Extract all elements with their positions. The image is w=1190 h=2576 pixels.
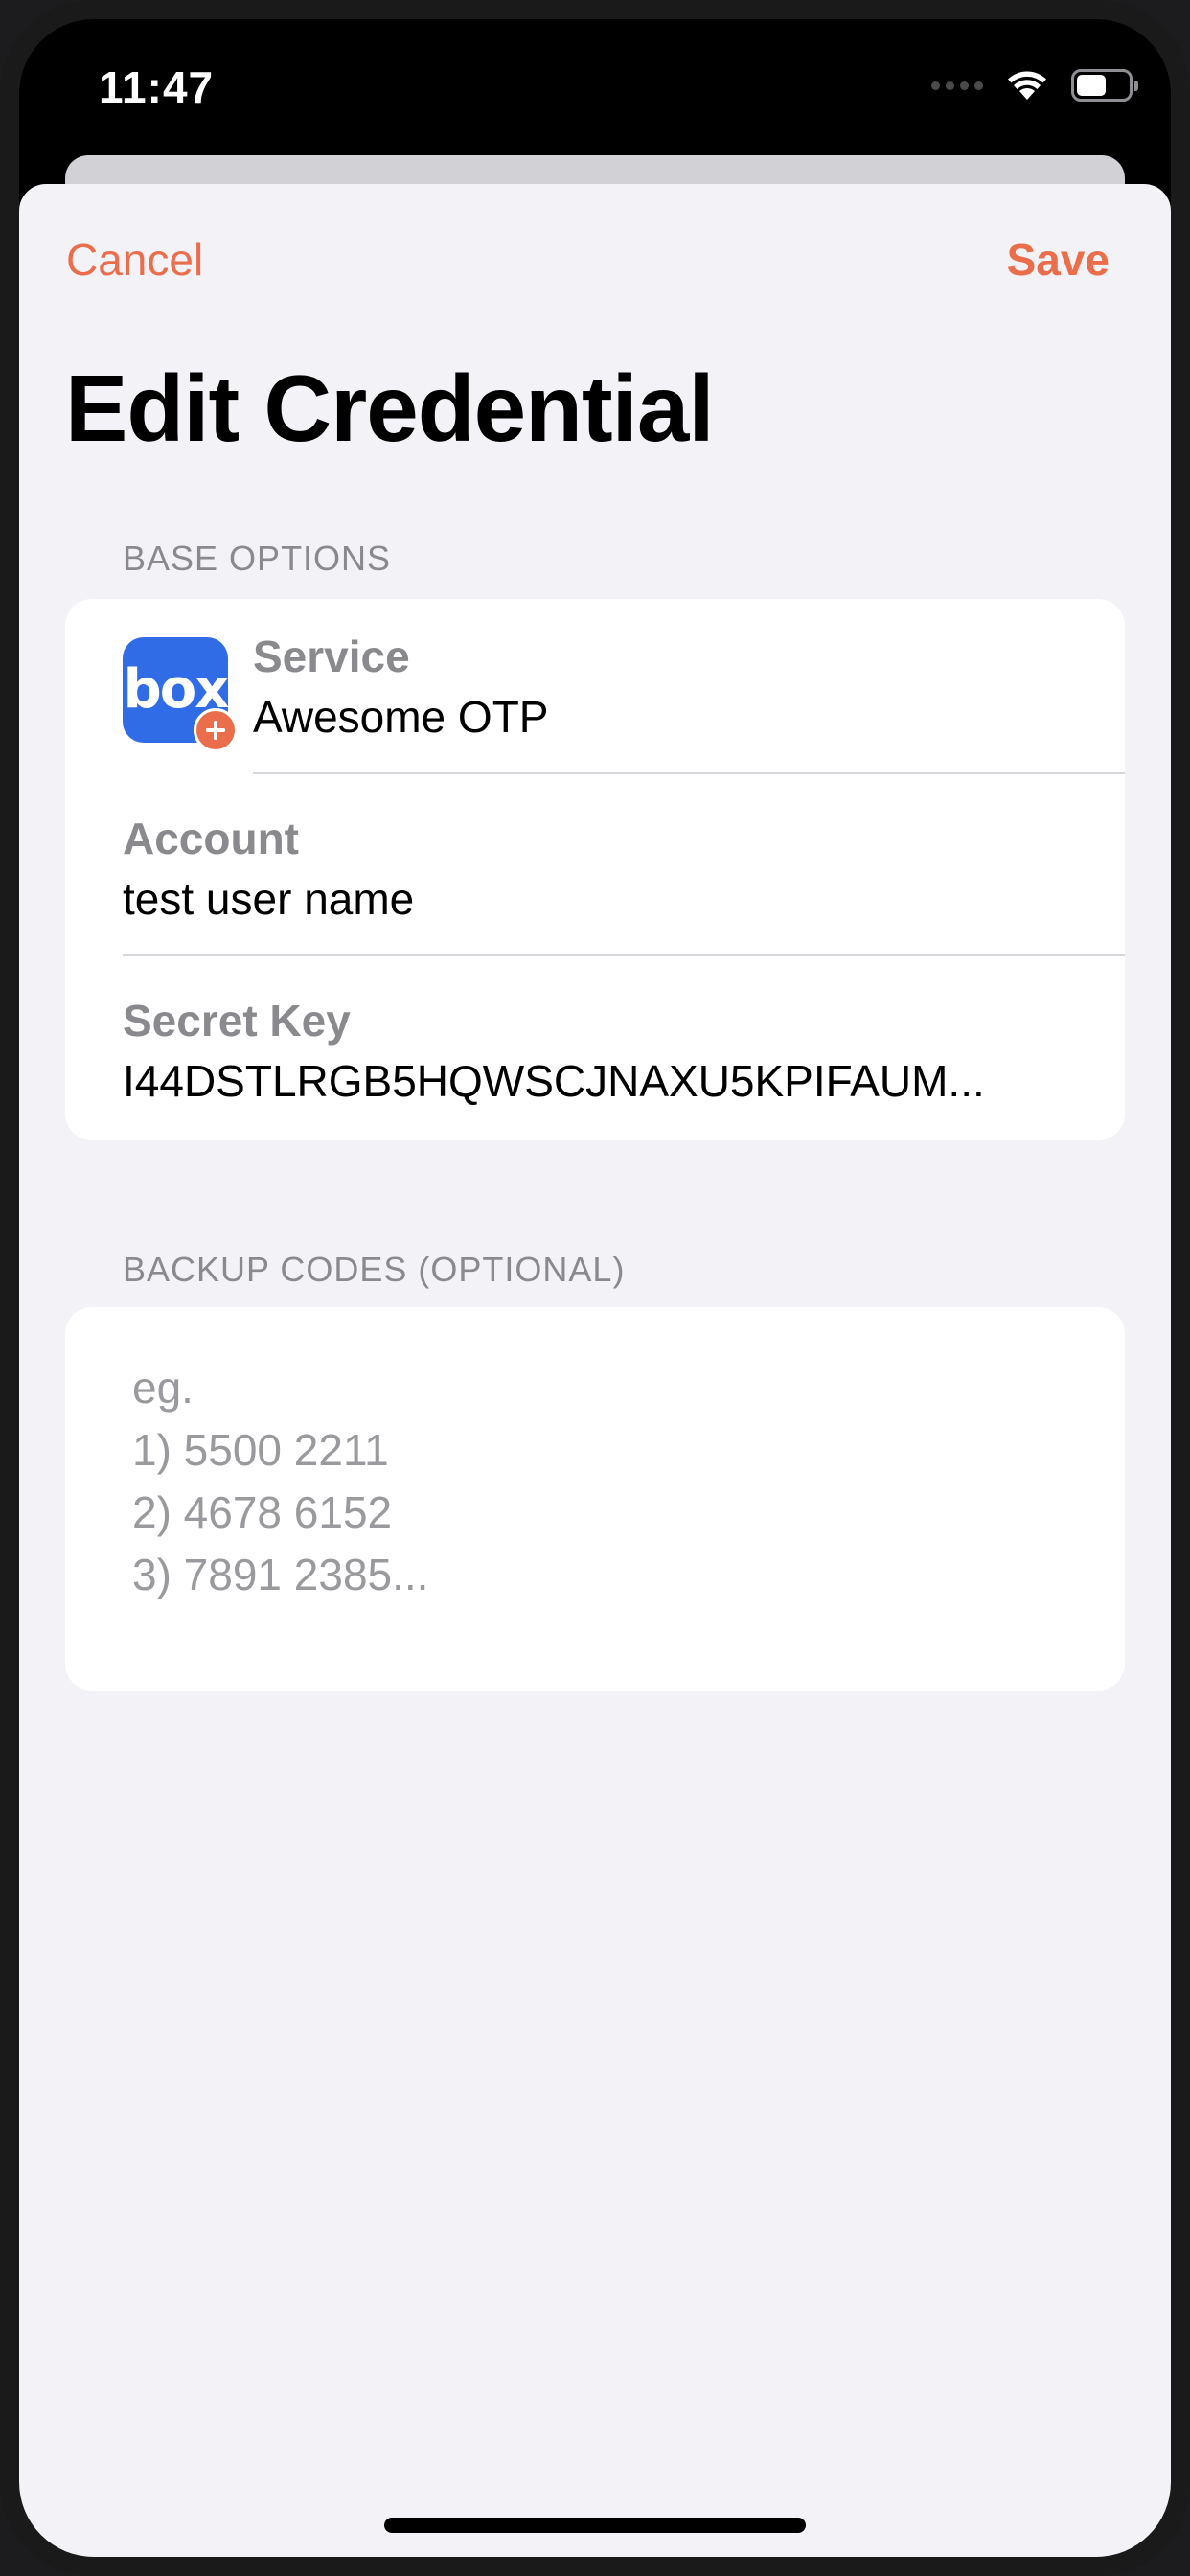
account-row[interactable]: Account test user name [65, 781, 1125, 963]
service-field[interactable]: Awesome OTP [253, 691, 548, 743]
status-time: 11:47 [99, 62, 215, 112]
secret-key-field[interactable]: I44DSTLRGB5HQWSCJNAXU5KPIFAUM... [123, 1055, 1042, 1107]
base-options-card: box Service Awesome OTP Account test use… [65, 599, 1125, 1140]
page-title: Edit Credential [65, 356, 715, 461]
status-icons [931, 69, 1138, 102]
wifi-icon [1008, 71, 1046, 100]
edit-credential-sheet: Cancel Save Edit Credential BASE OPTIONS… [19, 184, 1171, 2557]
service-row[interactable]: box Service Awesome OTP [65, 599, 1125, 781]
divider [123, 954, 1125, 956]
backup-codes-input[interactable] [65, 1307, 1125, 1690]
plus-icon [194, 708, 238, 752]
divider [253, 772, 1125, 774]
account-field[interactable]: test user name [123, 873, 414, 925]
service-icon[interactable]: box [123, 637, 238, 752]
device-frame: 11:47 Cancel Save Edit Credential BASE O… [0, 0, 1190, 2576]
cancel-button[interactable]: Cancel [66, 234, 203, 286]
backup-codes-card [65, 1307, 1125, 1690]
section-header-backup-codes: BACKUP CODES (OPTIONAL) [123, 1250, 626, 1289]
secret-key-label: Secret Key [123, 996, 351, 1046]
battery-icon [1071, 69, 1138, 102]
secret-key-row[interactable]: Secret Key I44DSTLRGB5HQWSCJNAXU5KPIFAUM… [65, 963, 1125, 1140]
section-header-base-options: BASE OPTIONS [123, 539, 392, 578]
account-label: Account [123, 814, 299, 863]
cellular-signal-icon [931, 80, 983, 90]
home-indicator[interactable] [384, 2518, 806, 2533]
save-button[interactable]: Save [1007, 234, 1110, 286]
service-label: Service [253, 632, 410, 681]
